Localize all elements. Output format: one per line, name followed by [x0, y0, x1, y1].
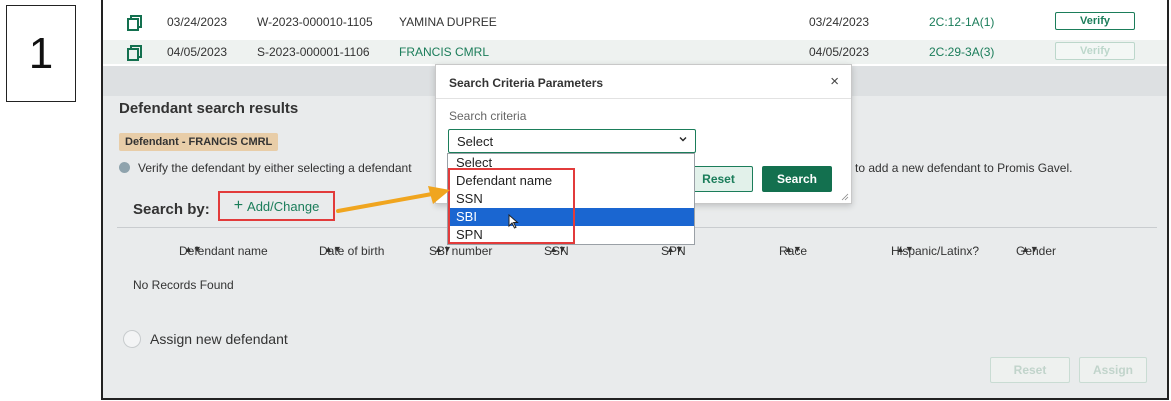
search-by-label: Search by: [133, 201, 210, 218]
sort-icon: ▲▼ [184, 244, 202, 254]
resize-grip-icon[interactable] [841, 193, 849, 201]
defendant-badge: Defendant - FRANCIS CMRL [119, 133, 279, 151]
info-text-tail: to add a new defendant to Promis Gavel. [855, 161, 1073, 175]
info-message: Verify the defendant by either selecting… [119, 161, 412, 175]
table-row: 03/24/2023 W-2023-000010-1105 YAMINA DUP… [103, 10, 1167, 34]
assign-button-disabled[interactable]: Assign [1079, 357, 1147, 383]
sort-icon: ▲▼ [784, 244, 802, 254]
search-criteria-select[interactable]: Select [448, 129, 696, 153]
copy-icon[interactable] [127, 45, 142, 61]
assign-new-defendant[interactable]: Assign new defendant [123, 330, 288, 348]
assign-label: Assign new defendant [150, 331, 288, 347]
screenshot-frame: 03/24/2023 W-2023-000010-1105 YAMINA DUP… [101, 0, 1169, 400]
modal-title: Search Criteria Parameters [449, 76, 604, 90]
record-case-number: W-2023-000010-1105 [257, 15, 373, 29]
sort-icon: ▲▼ [1021, 244, 1039, 254]
record-case-number: S-2023-000001-1106 [257, 45, 370, 59]
step-badge: 1 [6, 5, 76, 102]
record-name[interactable]: FRANCIS CMRL [399, 45, 489, 59]
table-row: 04/05/2023 S-2023-000001-1106 FRANCIS CM… [103, 40, 1167, 64]
sort-icon: ▲▼ [434, 244, 452, 254]
record-date2: 03/24/2023 [809, 15, 870, 29]
record-date: 03/24/2023 [167, 15, 228, 29]
sort-icon: ▲▼ [549, 244, 567, 254]
info-text: Verify the defendant by either selecting… [138, 161, 412, 175]
add-change-button[interactable]: + Add/Change [218, 191, 335, 221]
search-criteria-label: Search criteria [449, 109, 527, 123]
record-name: YAMINA DUPREE [399, 15, 497, 29]
arrow-annotation [336, 186, 450, 213]
chevron-down-icon [679, 137, 687, 142]
record-code[interactable]: 2C:12-1A(1) [929, 15, 994, 29]
assign-radio[interactable] [123, 330, 141, 348]
record-date: 04/05/2023 [167, 45, 228, 59]
sort-icon: ▲▼ [324, 244, 342, 254]
callout-highlight [448, 168, 575, 244]
reset-button-disabled[interactable]: Reset [990, 357, 1070, 383]
verify-button[interactable]: Verify [1055, 12, 1135, 30]
verify-button-disabled[interactable]: Verify [1055, 42, 1135, 60]
record-date2: 04/05/2023 [809, 45, 870, 59]
modal-header: Search Criteria Parameters × [436, 65, 851, 99]
empty-state: No Records Found [133, 278, 234, 292]
record-code[interactable]: 2C:29-3A(3) [929, 45, 994, 59]
modal-search-button[interactable]: Search [762, 166, 832, 192]
copy-icon[interactable] [127, 15, 142, 31]
info-icon [119, 162, 130, 173]
select-value: Select [457, 134, 494, 149]
plus-icon: + [233, 197, 244, 214]
step-number: 1 [28, 28, 54, 78]
cursor-icon [508, 214, 519, 229]
sort-icon: ▲▼ [666, 244, 684, 254]
sort-icon: ▲▼ [896, 244, 914, 254]
close-icon[interactable]: × [830, 73, 839, 90]
section-title: Defendant search results [119, 100, 299, 117]
add-change-label: Add/Change [247, 198, 320, 214]
